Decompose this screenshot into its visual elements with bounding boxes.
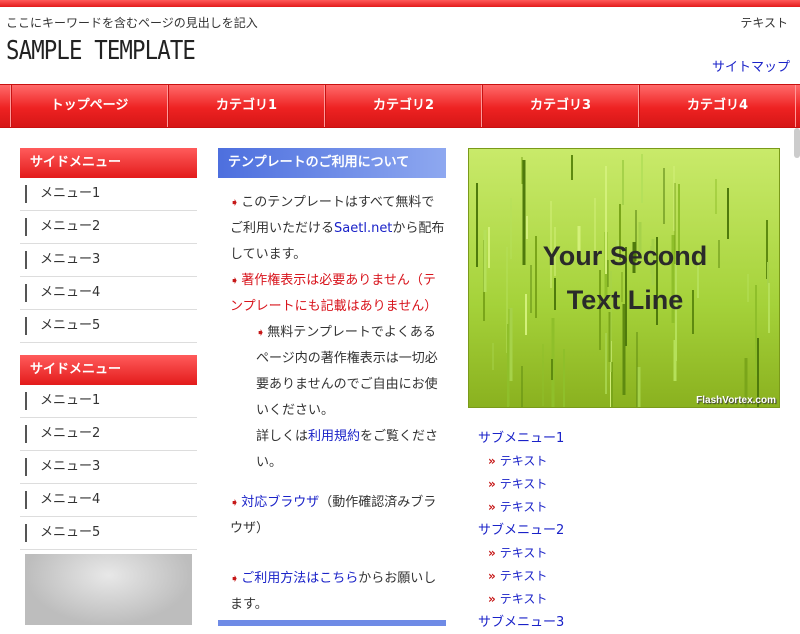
banner-line-1: Your Second bbox=[542, 241, 708, 271]
bullet-arrow-icon: ➧ bbox=[256, 326, 266, 339]
bullet-arrow-icon: ➧ bbox=[230, 496, 240, 509]
double-chevron-icon: » bbox=[488, 546, 496, 560]
side-menu: サイドメニュー メニュー1 メニュー2 メニュー3 メニュー4 メニュー5 サイ… bbox=[20, 148, 197, 550]
nav-item-category2[interactable]: カテゴリ2 bbox=[325, 85, 482, 127]
sub-menu-title[interactable]: サブメニュー2 bbox=[478, 519, 778, 542]
top-accent-bar bbox=[0, 0, 800, 7]
main-section-title: テンプレートのご利用について bbox=[218, 148, 446, 178]
side-menu-title: サイドメニュー bbox=[20, 355, 197, 385]
nav-item-top[interactable]: トップページ bbox=[11, 85, 168, 127]
side-menu-item[interactable]: メニュー1 bbox=[20, 385, 197, 418]
sub-menu-item[interactable]: » テキスト bbox=[478, 496, 778, 519]
side-menu-item[interactable]: メニュー2 bbox=[20, 211, 197, 244]
saetl-link[interactable]: Saetl.net bbox=[334, 221, 392, 236]
main-content: テンプレートのご利用について ➧ このテンプレートはすべて無料でご利用いただけるS… bbox=[218, 148, 446, 618]
side-menu-item[interactable]: メニュー4 bbox=[20, 484, 197, 517]
side-menu-item-label: メニュー5 bbox=[40, 318, 101, 333]
sub-menu-title[interactable]: サブメニュー3 bbox=[478, 611, 778, 634]
sub-menu-item[interactable]: » テキスト bbox=[478, 542, 778, 565]
site-logo[interactable]: SAMPLE TEMPLATE bbox=[6, 36, 196, 66]
main-paragraph: ➧ ご利用方法はこちらからお願いします。 bbox=[230, 571, 437, 612]
side-menu-item-label: メニュー1 bbox=[40, 186, 101, 201]
copyright-note[interactable]: ➧ 著作権表示は必要ありません（テンプレートにも記載はありません） bbox=[218, 268, 446, 320]
main-paragraph: 詳しくは利用規約をご覧ください。 bbox=[256, 429, 439, 470]
top-text-link[interactable]: テキスト bbox=[740, 14, 788, 31]
browser-support-link[interactable]: 対応ブラウザ bbox=[241, 495, 319, 510]
side-menu-item[interactable]: メニュー2 bbox=[20, 418, 197, 451]
main-paragraph: ➧ 対応ブラウザ（動作確認済みブラウザ） bbox=[230, 495, 437, 536]
side-menu-item-label: メニュー1 bbox=[40, 393, 101, 408]
side-banner-image[interactable] bbox=[25, 554, 192, 625]
side-menu-item[interactable]: メニュー5 bbox=[20, 517, 197, 550]
sub-menu-title[interactable]: サブメニュー1 bbox=[478, 427, 778, 450]
sub-menu-item[interactable]: » テキスト bbox=[478, 565, 778, 588]
page-tagline: ここにキーワードを含むページの見出しを記入 bbox=[6, 16, 258, 30]
banner-credit[interactable]: FlashVortex.com bbox=[696, 395, 776, 406]
side-menu-item-label: メニュー3 bbox=[40, 252, 101, 267]
side-menu-item-label: メニュー3 bbox=[40, 459, 101, 474]
double-chevron-icon: » bbox=[488, 454, 496, 468]
scrollbar-thumb[interactable] bbox=[794, 128, 800, 158]
terms-link[interactable]: 利用規約 bbox=[308, 429, 360, 444]
bullet-arrow-icon: ➧ bbox=[230, 196, 240, 209]
flash-banner[interactable]: Your Second Text Line FlashVortex.com bbox=[468, 148, 780, 408]
bullet-arrow-icon: ➧ bbox=[230, 572, 240, 585]
sub-menu-item[interactable]: » テキスト bbox=[478, 473, 778, 496]
sub-menu: サブメニュー1 » テキスト » テキスト » テキスト サブメニュー2 » テキスト … bbox=[478, 427, 778, 634]
sub-menu-item[interactable]: » テキスト bbox=[478, 450, 778, 473]
main-paragraph: ➧ このテンプレートはすべて無料でご利用いただけるSaetl.netから配布してい… bbox=[230, 195, 445, 262]
side-menu-item[interactable]: メニュー5 bbox=[20, 310, 197, 343]
side-menu-title: サイドメニュー bbox=[20, 148, 197, 178]
side-menu-item-label: メニュー5 bbox=[40, 525, 101, 540]
side-menu-item-label: メニュー2 bbox=[40, 219, 101, 234]
main-paragraph: ➧ 無料テンプレートでよくあるページ内の著作権表示は一切必要ありませんのでご自由に… bbox=[256, 325, 438, 418]
side-menu-item[interactable]: メニュー1 bbox=[20, 178, 197, 211]
nav-spacer bbox=[0, 85, 11, 127]
nav-item-category3[interactable]: カテゴリ3 bbox=[482, 85, 639, 127]
bullet-arrow-icon: ➧ bbox=[230, 274, 240, 287]
side-menu-item-label: メニュー2 bbox=[40, 426, 101, 441]
rain-lines-graphic bbox=[476, 154, 770, 407]
sub-menu-item[interactable]: » テキスト bbox=[478, 588, 778, 611]
banner-line-2: Text Line bbox=[566, 285, 684, 315]
nav-item-category4[interactable]: カテゴリ4 bbox=[639, 85, 796, 127]
side-menu-item[interactable]: メニュー3 bbox=[20, 244, 197, 277]
side-menu-block-2: サイドメニュー メニュー1 メニュー2 メニュー3 メニュー4 メニュー5 bbox=[20, 355, 197, 550]
main-section-title-2 bbox=[218, 620, 446, 626]
sitemap-link[interactable]: サイトマップ bbox=[712, 56, 790, 75]
side-menu-item[interactable]: メニュー4 bbox=[20, 277, 197, 310]
usage-link[interactable]: ご利用方法はこちら bbox=[241, 571, 358, 586]
side-menu-item[interactable]: メニュー3 bbox=[20, 451, 197, 484]
double-chevron-icon: » bbox=[488, 500, 496, 514]
double-chevron-icon: » bbox=[488, 569, 496, 583]
double-chevron-icon: » bbox=[488, 592, 496, 606]
main-nav: トップページ カテゴリ1 カテゴリ2 カテゴリ3 カテゴリ4 bbox=[0, 84, 800, 128]
side-menu-item-label: メニュー4 bbox=[40, 492, 101, 507]
nav-item-category1[interactable]: カテゴリ1 bbox=[168, 85, 325, 127]
side-menu-item-label: メニュー4 bbox=[40, 285, 101, 300]
double-chevron-icon: » bbox=[488, 477, 496, 491]
